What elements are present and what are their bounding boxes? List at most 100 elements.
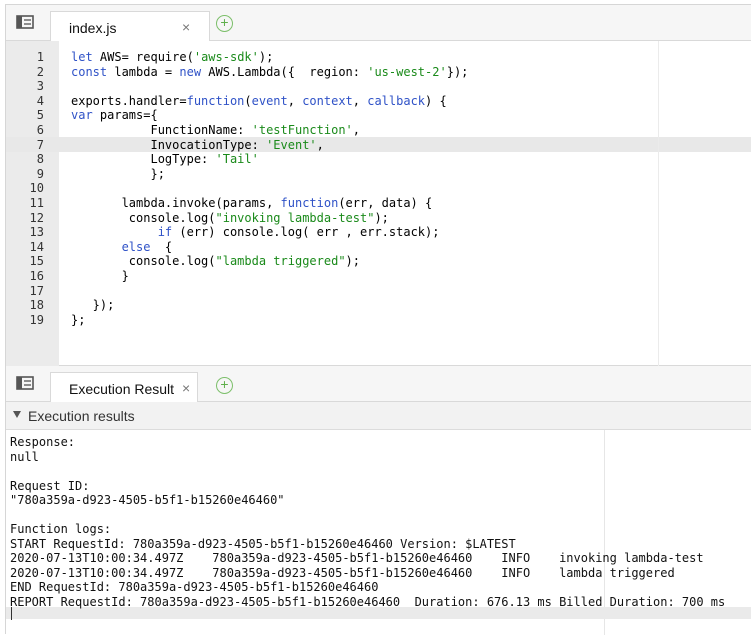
editor-tab-bar: index.js × + — [6, 5, 751, 42]
result-tab-bar: Execution Result × + — [6, 366, 751, 403]
code-line[interactable]: 18 }); — [6, 298, 751, 313]
line-number: 9 — [36, 166, 44, 181]
output-line: START RequestId: 780a359a-d923-4505-b5f1… — [10, 536, 516, 551]
line-number: 1 — [36, 50, 44, 64]
tab-execution-result[interactable]: Execution Result × — [50, 372, 198, 403]
code-text[interactable]: let AWS= require('aws-sdk'); — [71, 50, 273, 65]
output-line: Response: — [10, 435, 76, 449]
menu-icon[interactable] — [16, 15, 36, 31]
keyword-token: context — [302, 93, 353, 108]
code-text[interactable]: } — [71, 269, 129, 284]
code-line[interactable]: 14 else { — [6, 240, 751, 255]
code-line[interactable]: 13 if (err) console.log( err , err.stack… — [6, 225, 751, 240]
menu-icon[interactable] — [16, 376, 36, 392]
line-number: 11 — [29, 195, 44, 210]
line-number: 2 — [36, 64, 44, 79]
keyword-token: if — [157, 225, 173, 240]
execution-results-title: Execution results — [28, 408, 135, 424]
output-line: null — [10, 449, 39, 464]
code-line[interactable]: 6 FunctionName: 'testFunction', — [6, 123, 751, 138]
add-tab-icon[interactable]: + — [216, 377, 233, 394]
string-token: "lambda triggered" — [215, 254, 346, 269]
output-line: 2020-07-13T10:00:34.497Z 780a359a-d923-4… — [10, 551, 704, 565]
line-number: 7 — [36, 137, 44, 152]
close-icon[interactable]: × — [182, 380, 190, 396]
code-text[interactable]: console.log("lambda triggered"); — [71, 254, 360, 269]
tab-index-js[interactable]: index.js × — [50, 11, 210, 42]
line-number: 14 — [29, 239, 44, 254]
code-text[interactable]: }); — [71, 298, 115, 313]
keyword-token: event — [251, 93, 288, 108]
line-number: 3 — [36, 79, 44, 94]
code-line[interactable]: 2 const lambda = new AWS.Lambda({ region:… — [6, 65, 751, 80]
line-number: 5 — [36, 108, 44, 123]
code-text[interactable]: FunctionName: 'testFunction', — [71, 123, 360, 138]
code-line[interactable]: 7 InvocationType: 'Event', — [6, 138, 751, 153]
code-line[interactable]: 3 — [6, 79, 751, 94]
line-number: 19 — [29, 312, 44, 327]
code-line[interactable]: 1 let AWS= require('aws-sdk'); — [6, 50, 751, 65]
line-number: 8 — [36, 152, 44, 167]
code-line[interactable]: 15 console.log("lambda triggered"); — [6, 254, 751, 269]
tab-label: index.js — [69, 20, 117, 36]
keyword-token: const — [71, 64, 108, 79]
code-text[interactable]: LogType: 'Tail' — [71, 152, 259, 167]
code-text[interactable]: InvocationType: 'Event', — [71, 137, 323, 153]
line-number: 17 — [29, 283, 44, 298]
code-line[interactable]: 8 LogType: 'Tail' — [6, 152, 751, 167]
line-number: 12 — [29, 210, 44, 225]
string-token: "invoking lambda-test" — [215, 210, 375, 225]
line-number: 6 — [36, 122, 44, 137]
output-line: END RequestId: 780a359a-d923-4505-b5f1-b… — [10, 580, 379, 594]
code-text[interactable]: }; — [71, 313, 85, 328]
code-text[interactable]: else { — [71, 239, 173, 255]
string-token: 'aws-sdk' — [193, 50, 259, 64]
keyword-token: function — [280, 195, 339, 210]
line-number: 4 — [36, 93, 44, 108]
code-line[interactable]: 10 — [6, 181, 751, 196]
output-line: Function logs: — [10, 522, 112, 536]
keyword-token: new — [179, 64, 202, 79]
code-editor[interactable]: 1 let AWS= require('aws-sdk'); 2 const lamb… — [6, 41, 751, 366]
code-text[interactable]: console.log("invoking lambda-test"); — [71, 211, 389, 226]
keyword-token: callback — [367, 93, 426, 108]
code-text[interactable]: }; — [71, 167, 164, 182]
line-number: 10 — [29, 181, 44, 196]
tab-label: Execution Result — [69, 381, 175, 397]
keyword-token: else — [121, 239, 151, 254]
code-line[interactable]: 12 console.log("invoking lambda-test"); — [6, 211, 751, 226]
code-line[interactable]: 4 exports.handler=function(event, context… — [6, 94, 751, 109]
caret-down-icon[interactable] — [13, 411, 21, 418]
string-token: 'Event' — [266, 137, 317, 152]
execution-output[interactable]: Response: null Request ID: "780a359a-d923-4… — [6, 430, 751, 635]
string-token: 'Tail' — [215, 152, 259, 167]
string-token: 'testFunction' — [251, 122, 353, 137]
output-line: Request ID: — [10, 478, 90, 493]
code-line[interactable]: 17 — [6, 284, 751, 299]
code-line[interactable]: 9 }; — [6, 167, 751, 182]
code-text[interactable]: exports.handler=function(event, context,… — [71, 94, 447, 109]
code-line[interactable]: 5 var params={ — [6, 108, 751, 123]
code-line[interactable]: 19}; — [6, 313, 751, 328]
line-number: 13 — [29, 225, 44, 240]
lambda-console-editor: index.js × + 1 let AWS= require('aws-sdk'… — [5, 4, 751, 635]
output-line: REPORT RequestId: 780a359a-d923-4505-b5f… — [10, 594, 726, 609]
add-tab-icon[interactable]: + — [216, 15, 233, 32]
code-text[interactable]: lambda.invoke(params, function(err, data… — [71, 195, 433, 211]
close-icon[interactable]: × — [182, 19, 190, 35]
string-token: 'us-west-2' — [367, 64, 447, 79]
output-line: 2020-07-13T10:00:34.497Z 780a359a-d923-4… — [10, 565, 675, 580]
code-text[interactable]: if (err) console.log( err , err.stack); — [71, 225, 440, 240]
code-line[interactable]: 11 lambda.invoke(params, function(err, d… — [6, 196, 751, 211]
keyword-token: let — [71, 50, 93, 64]
keyword-token: var — [71, 108, 93, 123]
execution-results-header[interactable]: Execution results — [6, 402, 751, 430]
code-lines[interactable]: 1 let AWS= require('aws-sdk'); 2 const lamb… — [6, 50, 751, 327]
line-number: 15 — [29, 254, 44, 269]
line-number: 18 — [29, 298, 44, 313]
code-line[interactable]: 16 } — [6, 269, 751, 284]
output-line: "780a359a-d923-4505-b5f1-b15260e46460" — [10, 493, 285, 507]
code-text[interactable]: var params={ — [71, 108, 158, 123]
line-number: 16 — [29, 268, 44, 283]
code-text[interactable]: const lambda = new AWS.Lambda({ region: … — [71, 65, 468, 80]
